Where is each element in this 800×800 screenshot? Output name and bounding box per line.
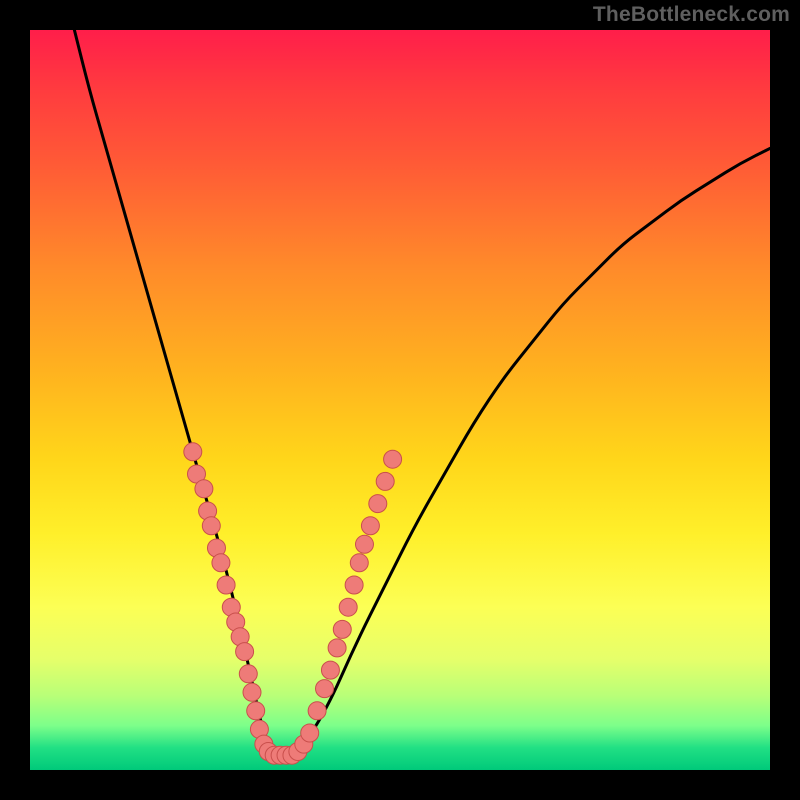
marker-dot: [217, 576, 235, 594]
bottleneck-curve: [74, 30, 770, 755]
marker-dot: [247, 702, 265, 720]
marker-dot: [243, 683, 261, 701]
marker-dot: [239, 665, 257, 683]
marker-dot: [350, 554, 368, 572]
marker-dot: [376, 472, 394, 490]
marker-dot: [345, 576, 363, 594]
marker-dot: [369, 495, 387, 513]
marker-dot: [195, 480, 213, 498]
marker-dot: [328, 639, 346, 657]
marker-dot: [301, 724, 319, 742]
plot-area: [30, 30, 770, 770]
marker-dot: [236, 643, 254, 661]
marker-dot: [339, 598, 357, 616]
marker-dot: [308, 702, 326, 720]
marker-dot: [321, 661, 339, 679]
marker-dot: [212, 554, 230, 572]
marker-dot: [316, 680, 334, 698]
marker-dot: [384, 450, 402, 468]
marker-dot: [184, 443, 202, 461]
marker-dot: [355, 535, 373, 553]
marker-dot: [361, 517, 379, 535]
marker-dot: [202, 517, 220, 535]
highlight-markers: [184, 443, 402, 764]
chart-svg: [30, 30, 770, 770]
chart-stage: TheBottleneck.com: [0, 0, 800, 800]
watermark-text: TheBottleneck.com: [593, 3, 790, 27]
marker-dot: [333, 620, 351, 638]
